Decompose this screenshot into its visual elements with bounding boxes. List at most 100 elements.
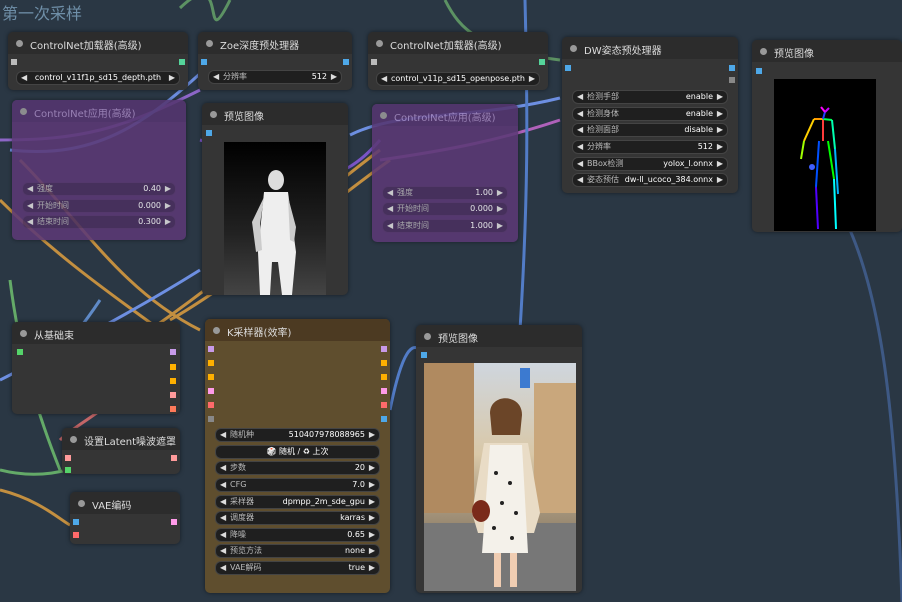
ksampler-efficient-node[interactable]: K采样器(效率) ◀ 随机种 510407978088965 ▶ 🎲 随机 / ♻ 上… <box>205 319 390 593</box>
input-slot[interactable] <box>756 68 762 74</box>
node-collapse-dot[interactable] <box>70 436 77 443</box>
dw-pose-node[interactable]: DW姿态预处理器 ◀ 检测手部 enable ▶ ◀ 检测身体 enable ▶ ◀ 检测面部… <box>562 37 738 193</box>
node-collapse-dot[interactable] <box>20 108 27 115</box>
zoe-depth-node[interactable]: Zoe深度预处理器 ◀ 分辨率 512 ▶ <box>198 32 352 90</box>
output-slot[interactable] <box>171 455 177 461</box>
input-slot[interactable] <box>17 349 23 355</box>
from-base-bundle-node[interactable]: 从基础束 <box>12 322 180 414</box>
input-slot[interactable] <box>65 467 71 473</box>
arrow-left-icon[interactable]: ◀ <box>577 141 583 153</box>
resolution-widget[interactable]: ◀ 分辨率 512 ▶ <box>208 70 342 84</box>
end-percent-widget[interactable]: ◀ 结束时间 1.000 ▶ <box>382 219 508 233</box>
arrow-right-icon[interactable]: ▶ <box>717 91 723 103</box>
arrow-left-icon[interactable]: ◀ <box>577 124 583 136</box>
vae-encode-node[interactable]: VAE编码 <box>70 492 180 544</box>
arrow-left-icon[interactable]: ◀ <box>213 71 219 83</box>
arrow-left-icon[interactable]: ◀ <box>387 187 393 199</box>
arrow-left-icon[interactable]: ◀ <box>577 158 583 170</box>
node-collapse-dot[interactable] <box>210 111 217 118</box>
arrow-left-icon[interactable]: ◀ <box>220 512 226 524</box>
vae-decode-widget[interactable]: ◀ VAE解码 true ▶ <box>215 561 380 575</box>
arrow-right-icon[interactable]: ▶ <box>717 141 723 153</box>
arrow-left-icon[interactable]: ◀ <box>577 91 583 103</box>
output-slot[interactable] <box>170 392 176 398</box>
input-slot[interactable] <box>65 455 71 461</box>
cfg-widget[interactable]: ◀ CFG 7.0 ▶ <box>215 478 380 492</box>
output-slot[interactable] <box>381 360 387 366</box>
controlnet-loader-node-1[interactable]: ControlNet加载器(高级) ◀ control_v11f1p_sd15_… <box>8 32 188 90</box>
output-slot[interactable] <box>343 59 349 65</box>
output-slot[interactable] <box>729 65 735 71</box>
preview-depth-node[interactable]: 预览图像 <box>202 103 348 295</box>
arrow-left-icon[interactable]: ◀ <box>27 216 33 228</box>
scheduler-widget[interactable]: ◀ 调度器 karras ▶ <box>215 511 380 525</box>
arrow-right-icon[interactable]: ▶ <box>717 174 723 186</box>
face-detect-widget[interactable]: ◀ 检测面部 disable ▶ <box>572 123 728 137</box>
output-slot[interactable] <box>381 402 387 408</box>
arrow-right-icon[interactable]: ▶ <box>497 220 503 232</box>
input-slot[interactable] <box>565 65 571 71</box>
node-collapse-dot[interactable] <box>213 327 220 334</box>
preview-method-widget[interactable]: ◀ 预览方法 none ▶ <box>215 544 380 558</box>
output-slot[interactable] <box>729 77 735 83</box>
model-select[interactable]: ◀ control_v11p_sd15_openpose.pth ▶ <box>376 72 540 86</box>
arrow-left-icon[interactable]: ◀ <box>577 174 583 186</box>
controlnet-apply-node-2[interactable]: ControlNet应用(高级) ◀ 强度 1.00 ▶ ◀ 开始时间 0.000 ▶ ◀ 结… <box>372 104 518 242</box>
input-slot[interactable] <box>73 532 79 538</box>
arrow-right-icon[interactable]: ▶ <box>369 462 375 474</box>
arrow-left-icon[interactable]: ◀ <box>220 496 226 508</box>
arrow-right-icon[interactable]: ▶ <box>529 73 535 85</box>
input-slot[interactable] <box>208 402 214 408</box>
input-slot[interactable] <box>201 59 207 65</box>
arrow-left-icon[interactable]: ◀ <box>220 545 226 557</box>
input-slot[interactable] <box>421 352 427 358</box>
arrow-left-icon[interactable]: ◀ <box>220 462 226 474</box>
node-collapse-dot[interactable] <box>206 40 213 47</box>
input-slot[interactable] <box>208 346 214 352</box>
node-collapse-dot[interactable] <box>760 48 767 55</box>
output-slot[interactable] <box>381 346 387 352</box>
arrow-right-icon[interactable]: ▶ <box>369 512 375 524</box>
controlnet-apply-node-1[interactable]: ControlNet应用(高级) ◀ 强度 0.40 ▶ ◀ 开始时间 0.000 ▶ ◀ 结… <box>12 100 186 240</box>
start-percent-widget[interactable]: ◀ 开始时间 0.000 ▶ <box>382 202 508 216</box>
input-slot[interactable] <box>371 59 377 65</box>
node-collapse-dot[interactable] <box>380 112 387 119</box>
resolution-widget[interactable]: ◀ 分辨率 512 ▶ <box>572 140 728 154</box>
strength-widget[interactable]: ◀ 强度 0.40 ▶ <box>22 182 176 196</box>
node-collapse-dot[interactable] <box>16 40 23 47</box>
arrow-right-icon[interactable]: ▶ <box>165 200 171 212</box>
input-slot[interactable] <box>208 360 214 366</box>
output-slot[interactable] <box>381 388 387 394</box>
output-slot[interactable] <box>179 59 185 65</box>
arrow-left-icon[interactable]: ◀ <box>27 183 33 195</box>
arrow-left-icon[interactable]: ◀ <box>387 220 393 232</box>
bbox-detector-widget[interactable]: ◀ BBox检测 yolox_l.onnx ▶ <box>572 157 728 171</box>
hand-detect-widget[interactable]: ◀ 检测手部 enable ▶ <box>572 90 728 104</box>
pose-estimator-widget[interactable]: ◀ 姿态预估 dw-ll_ucoco_384.onnx ▶ <box>572 173 728 187</box>
arrow-right-icon[interactable]: ▶ <box>369 545 375 557</box>
output-slot[interactable] <box>381 416 387 422</box>
arrow-right-icon[interactable]: ▶ <box>165 216 171 228</box>
node-canvas[interactable]: 第一次采样 ControlNet加载器(高级) ◀ control_v11f1p… <box>0 0 902 602</box>
input-slot[interactable] <box>208 374 214 380</box>
arrow-right-icon[interactable]: ▶ <box>369 429 375 441</box>
steps-widget[interactable]: ◀ 步数 20 ▶ <box>215 461 380 475</box>
denoise-widget[interactable]: ◀ 降噪 0.65 ▶ <box>215 528 380 542</box>
input-slot[interactable] <box>206 130 212 136</box>
arrow-right-icon[interactable]: ▶ <box>497 187 503 199</box>
arrow-left-icon[interactable]: ◀ <box>387 203 393 215</box>
input-slot[interactable] <box>11 59 17 65</box>
arrow-right-icon[interactable]: ▶ <box>369 562 375 574</box>
arrow-right-icon[interactable]: ▶ <box>169 72 175 84</box>
arrow-right-icon[interactable]: ▶ <box>331 71 337 83</box>
arrow-right-icon[interactable]: ▶ <box>369 496 375 508</box>
arrow-left-icon[interactable]: ◀ <box>220 429 226 441</box>
node-collapse-dot[interactable] <box>376 40 383 47</box>
node-collapse-dot[interactable] <box>570 45 577 52</box>
output-slot[interactable] <box>170 364 176 370</box>
input-slot[interactable] <box>208 388 214 394</box>
model-select[interactable]: ◀ control_v11f1p_sd15_depth.pth ▶ <box>16 71 180 85</box>
preview-pose-node[interactable]: 预览图像 <box>752 40 902 232</box>
latent-noise-mask-node[interactable]: 设置Latent噪波遮罩 <box>62 428 180 474</box>
start-percent-widget[interactable]: ◀ 开始时间 0.000 ▶ <box>22 199 176 213</box>
